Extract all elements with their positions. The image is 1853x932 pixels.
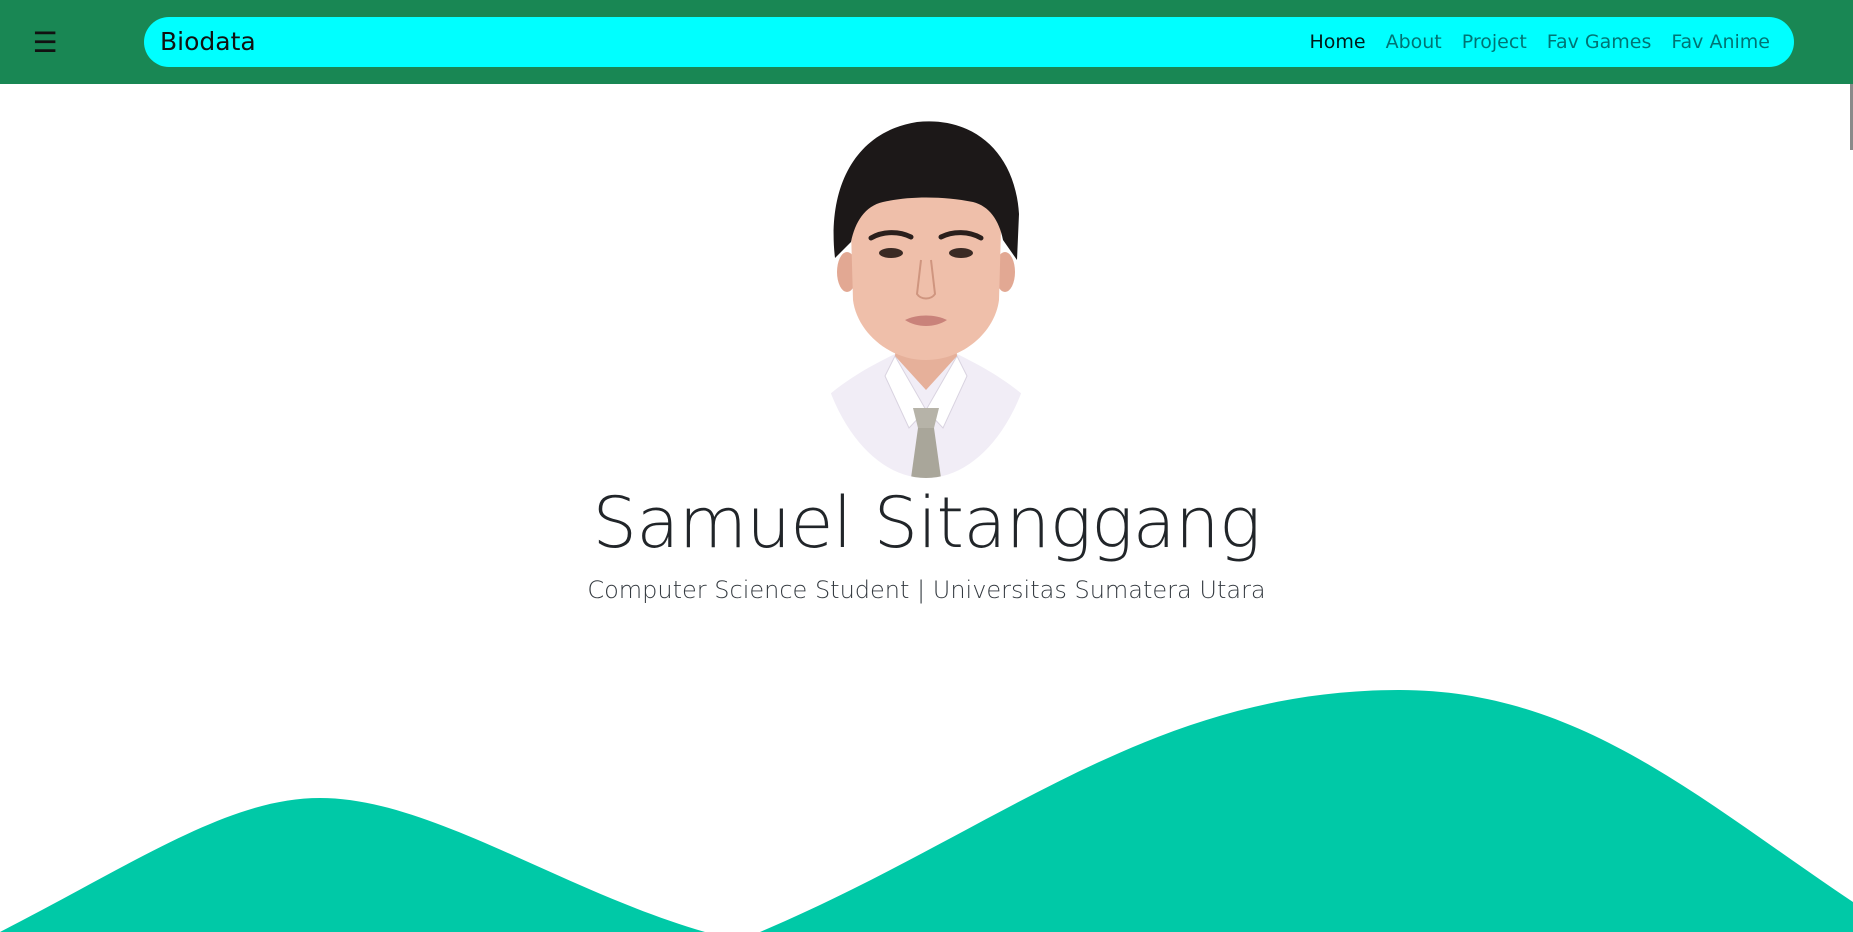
brand-link[interactable]: Biodata: [160, 17, 256, 67]
page: ☰ Biodata Home About Project Fav Games F…: [0, 0, 1853, 932]
nav-link-project[interactable]: Project: [1462, 31, 1527, 53]
profile-photo: [813, 110, 1039, 478]
nav-link-about[interactable]: About: [1386, 31, 1442, 53]
wave-shape: [0, 690, 1853, 932]
nav-links: Home About Project Fav Games Fav Anime: [1309, 17, 1770, 67]
header-bar: ☰ Biodata Home About Project Fav Games F…: [0, 0, 1853, 84]
hamburger-menu-icon[interactable]: ☰: [30, 22, 60, 62]
profile-subtitle: Computer Science Student | Universitas S…: [587, 576, 1266, 604]
profile-name: Samuel Sitanggang: [592, 482, 1261, 564]
navbar: Biodata Home About Project Fav Games Fav…: [144, 17, 1794, 67]
profile-photo-illustration: [813, 121, 1039, 478]
decorative-wave: [0, 690, 1853, 932]
nav-link-fav-anime[interactable]: Fav Anime: [1671, 31, 1770, 53]
nav-link-home[interactable]: Home: [1309, 31, 1365, 53]
nav-link-fav-games[interactable]: Fav Games: [1547, 31, 1652, 53]
